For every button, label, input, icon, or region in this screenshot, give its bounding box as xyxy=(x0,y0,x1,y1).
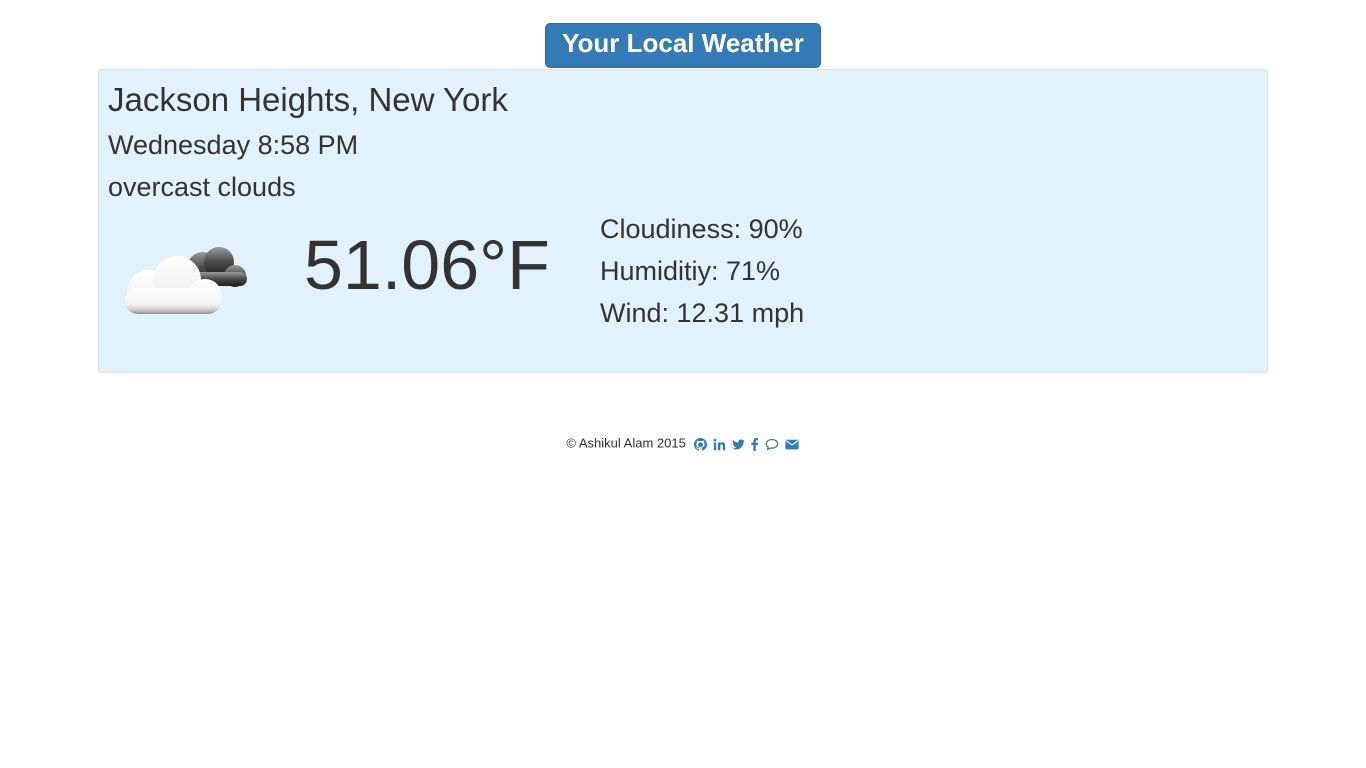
location-name: Jackson Heights, New York xyxy=(108,81,508,118)
social-links xyxy=(693,436,799,452)
cloudiness-stat: Cloudiness: 90% xyxy=(600,214,803,244)
twitter-icon[interactable] xyxy=(732,438,745,451)
github-icon[interactable] xyxy=(694,437,708,451)
temperature-reading: 51.06°F xyxy=(304,226,550,304)
email-icon[interactable] xyxy=(785,438,799,451)
overcast-clouds-icon xyxy=(121,242,251,322)
footer: © Ashikul Alam 2015 xyxy=(0,435,1366,452)
weather-description: overcast clouds xyxy=(108,172,296,202)
facebook-icon[interactable] xyxy=(750,437,759,451)
app-title: Your Local Weather xyxy=(545,23,821,68)
copyright-credit: © Ashikul Alam 2015 xyxy=(566,435,686,451)
page: Your Local Weather Jackson Heights, New … xyxy=(0,0,1366,768)
header: Your Local Weather xyxy=(0,23,1366,68)
humidity-stat: Humiditiy: 71% xyxy=(600,256,781,286)
wind-stat: Wind: 12.31 mph xyxy=(600,298,805,328)
chat-icon[interactable] xyxy=(765,438,779,451)
linkedin-icon[interactable] xyxy=(713,438,726,451)
weather-panel: Jackson Heights, New York Wednesday 8:58… xyxy=(98,69,1268,373)
local-datetime: Wednesday 8:58 PM xyxy=(108,130,359,160)
